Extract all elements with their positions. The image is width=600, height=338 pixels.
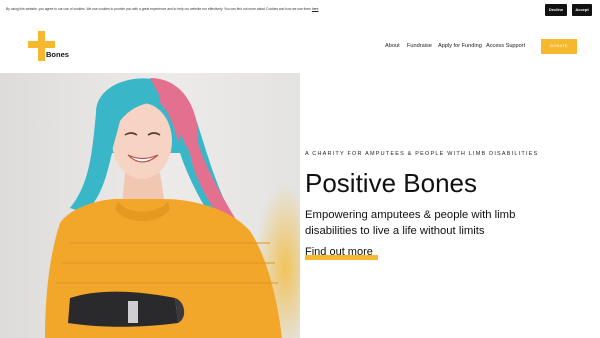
hero-subtitle: Empowering amputees & people with limb d… <box>305 209 516 237</box>
logo[interactable]: Bones <box>28 31 69 63</box>
hero-image <box>0 73 300 338</box>
nav-access-support[interactable]: Access Support <box>486 43 525 49</box>
nav-about[interactable]: About <box>385 43 400 49</box>
logo-text: Bones <box>46 50 69 59</box>
hero-eyebrow: A CHARITY FOR AMPUTEES & PEOPLE WITH LIM… <box>305 151 539 157</box>
nav-fundraise[interactable]: Fundraise <box>407 43 432 49</box>
cookie-more-link[interactable]: here <box>312 7 319 11</box>
decline-button[interactable]: Decline <box>545 4 567 16</box>
plus-logo-horizontal <box>28 41 55 48</box>
person-photo <box>45 78 282 338</box>
accept-button[interactable]: Accept <box>572 4 592 16</box>
donate-button[interactable]: DONATE <box>541 39 577 54</box>
cookie-bar: By using this website, you agree to our … <box>0 0 600 20</box>
nav-apply-for-funding[interactable]: Apply for Funding <box>438 43 482 49</box>
cookie-message: By using this website, you agree to our … <box>6 7 311 11</box>
find-out-more-link[interactable]: Find out more <box>305 246 373 258</box>
page-title: Positive Bones <box>305 168 477 198</box>
cookie-text: By using this website, you agree to our … <box>6 7 319 11</box>
